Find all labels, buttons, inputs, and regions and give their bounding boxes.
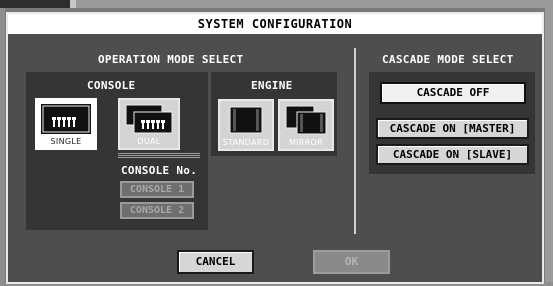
engine-mirror-icon: [284, 105, 328, 135]
console-dual-button[interactable]: DUAL: [118, 98, 180, 150]
console-1-button[interactable]: CONSOLE 1: [120, 181, 194, 198]
cascade-on-slave-button[interactable]: CASCADE ON [SLAVE]: [376, 144, 529, 165]
engine-standard-label: STANDARD: [222, 138, 270, 147]
engine-standard-icon: [224, 105, 268, 135]
background-window-strip: [0, 0, 553, 8]
section-divider: [354, 48, 356, 234]
background-window-marker: [70, 0, 76, 8]
ok-button[interactable]: OK: [313, 250, 390, 274]
console-dual-label: DUAL: [137, 137, 161, 146]
background-window-dark-area: [0, 0, 70, 8]
console-no-separator: [118, 153, 200, 159]
engine-standard-button[interactable]: STANDARD: [218, 99, 274, 151]
cascade-mode-header: CASCADE MODE SELECT: [382, 53, 514, 66]
console-header: CONSOLE: [87, 79, 136, 92]
cascade-off-button[interactable]: CASCADE OFF: [380, 82, 526, 104]
console-dual-icon: [124, 104, 174, 134]
dual-console-graphic: [125, 104, 173, 134]
background-window-left-edge: [0, 8, 5, 286]
single-console-graphic: [42, 105, 90, 133]
operation-mode-header: OPERATION MODE SELECT: [98, 53, 244, 66]
mirror-engine-graphic: [285, 105, 327, 135]
console-single-button[interactable]: SINGLE: [35, 98, 97, 150]
standard-engine-graphic: [229, 106, 263, 134]
cascade-on-master-button[interactable]: CASCADE ON [MASTER]: [376, 118, 529, 139]
console-2-button[interactable]: CONSOLE 2: [120, 202, 194, 219]
engine-mirror-label: MIRROR: [288, 138, 324, 147]
engine-mirror-button[interactable]: MIRROR: [278, 99, 334, 151]
system-configuration-dialog: SYSTEM CONFIGURATION OPERATION MODE SELE…: [6, 12, 544, 284]
console-single-label: SINGLE: [50, 137, 82, 146]
dialog-title: SYSTEM CONFIGURATION: [8, 14, 542, 34]
console-no-header: CONSOLE No.: [121, 164, 198, 177]
cancel-button[interactable]: CANCEL: [177, 250, 254, 274]
background-window-right-edge: [545, 8, 553, 286]
engine-header: ENGINE: [251, 79, 293, 92]
console-single-icon: [41, 104, 91, 134]
